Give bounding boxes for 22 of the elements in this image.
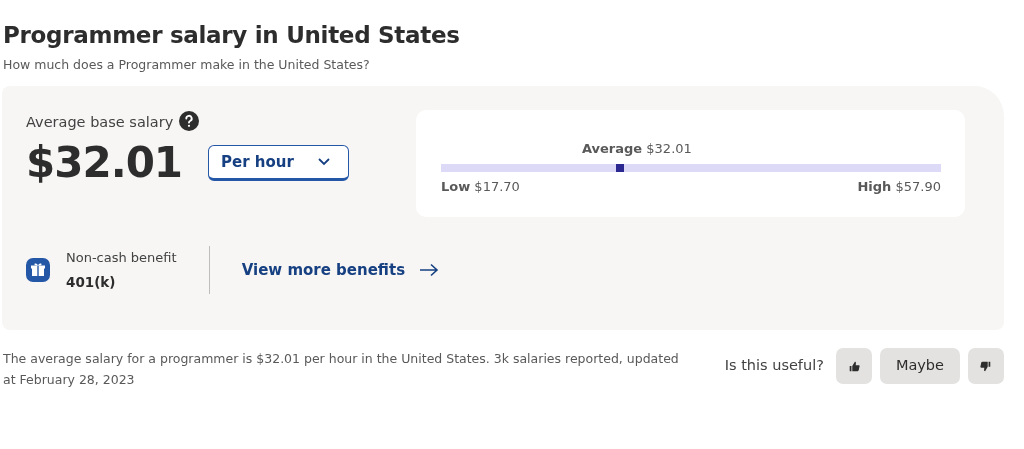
salary-label: Average base salary <box>26 113 174 133</box>
average-label: Average $32.01 <box>582 140 692 159</box>
feedback-question: Is this useful? <box>724 356 824 376</box>
view-benefits-link[interactable]: View more benefits <box>241 259 440 282</box>
period-dropdown[interactable]: Per hour <box>208 145 350 182</box>
low-label: Low $17.70 <box>441 178 520 197</box>
maybe-button[interactable]: Maybe <box>879 348 960 385</box>
gift-icon <box>26 258 50 283</box>
arrow-right-icon <box>419 263 440 278</box>
thumbs-up-icon <box>847 360 860 373</box>
summary-text: The average salary for a programmer is $32.01 per hour in the United States. 3k salaries reported, updated at February 28, 2023 <box>3 350 680 390</box>
thumbs-down-icon <box>980 360 992 373</box>
page-subtitle: How much does a Programmer make in the United States? <box>3 55 371 74</box>
thumbs-down-button[interactable] <box>968 348 1004 385</box>
thumbs-up-button[interactable] <box>835 348 872 385</box>
benefit-label: Non-cash benefit <box>66 249 177 268</box>
chevron-down-icon <box>318 158 331 167</box>
page-title: Programmer salary in United States <box>3 22 461 50</box>
high-label: High $57.90 <box>857 178 941 197</box>
benefit-value: 401(k) <box>66 272 117 292</box>
help-icon[interactable] <box>179 111 200 132</box>
salary-amount: $32.01 <box>26 142 183 185</box>
